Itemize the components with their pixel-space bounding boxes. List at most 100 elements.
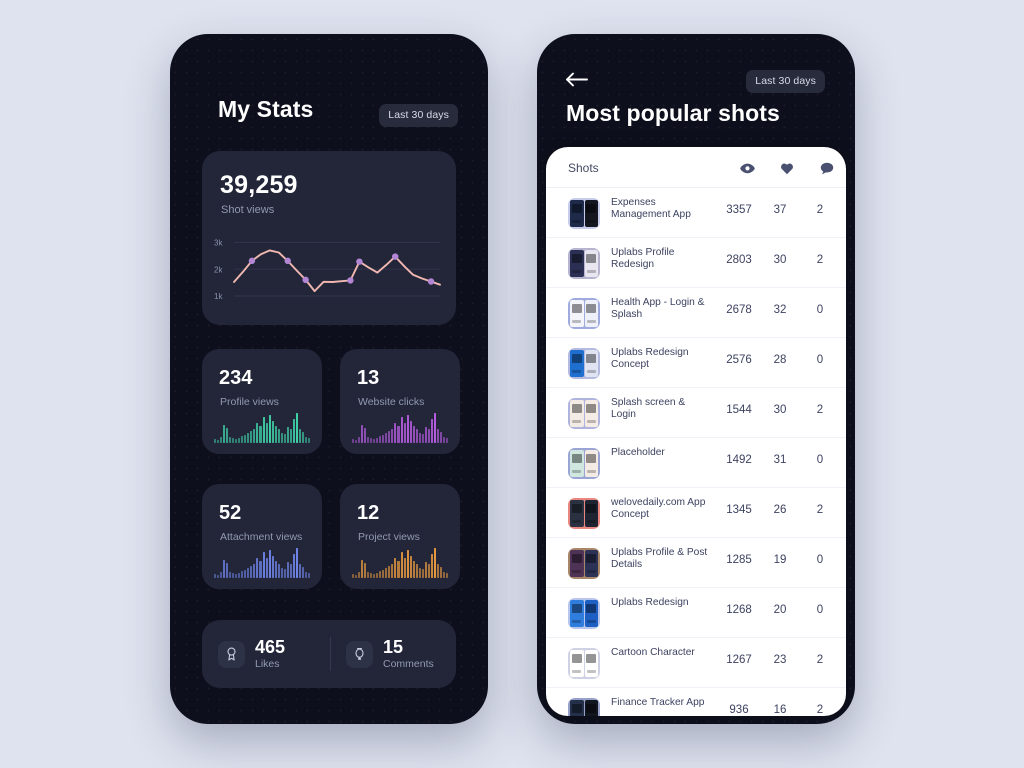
sparkline-bar bbox=[247, 568, 250, 578]
table-row[interactable]: welovedaily.com App Concept 1345 26 2 bbox=[546, 488, 846, 538]
table-row[interactable]: Uplabs Redesign 1268 20 0 bbox=[546, 588, 846, 638]
balloon-icon bbox=[346, 640, 373, 668]
sparkline-website-clicks bbox=[352, 413, 448, 443]
divider bbox=[330, 637, 331, 671]
stat-card-profile-views[interactable]: 234 Profile views bbox=[202, 349, 322, 454]
sparkline-bar bbox=[391, 429, 394, 443]
stat-card-project-views[interactable]: 12 Project views bbox=[340, 484, 460, 589]
sparkline-bar bbox=[403, 423, 406, 443]
table-row[interactable]: Expenses Management App 3357 37 2 bbox=[546, 188, 846, 238]
sparkline-bar bbox=[274, 561, 277, 578]
table-header: Shots bbox=[546, 147, 846, 188]
sparkline-bar bbox=[295, 548, 298, 578]
sparkline-bar bbox=[424, 427, 427, 443]
shot-likes-count: 28 bbox=[773, 354, 787, 366]
shot-thumbnail bbox=[568, 298, 600, 329]
sparkline-bar bbox=[265, 558, 268, 578]
shot-views-count: 936 bbox=[729, 704, 749, 716]
sparkline-bar bbox=[436, 429, 439, 443]
sparkline-bar bbox=[445, 438, 448, 443]
comments-stat[interactable]: 15 Comments bbox=[346, 620, 434, 688]
shot-title: Uplabs Redesign bbox=[611, 597, 689, 608]
stat-label: Website clicks bbox=[358, 396, 425, 408]
shot-views-count: 1544 bbox=[726, 404, 752, 416]
sparkline-bar bbox=[238, 573, 241, 578]
table-row[interactable]: Splash screen & Login 1544 30 2 bbox=[546, 388, 846, 438]
sparkline-bar bbox=[268, 550, 271, 578]
sparkline-bar bbox=[292, 554, 295, 578]
table-row[interactable]: Health App - Login & Splash 2678 32 0 bbox=[546, 288, 846, 338]
shot-thumbnail bbox=[568, 398, 600, 429]
shot-views-count: 3357 bbox=[726, 204, 752, 216]
sparkline-bar bbox=[217, 575, 220, 578]
date-range-chip[interactable]: Last 30 days bbox=[746, 70, 825, 93]
sparkline-bar bbox=[307, 573, 310, 578]
table-row[interactable]: Uplabs Profile Redesign 2803 30 2 bbox=[546, 238, 846, 288]
shot-views-card[interactable]: 39,259 Shot views 1k 2k 3k bbox=[202, 151, 456, 325]
y-tick-label: 2k bbox=[214, 265, 223, 274]
table-row[interactable]: Cartoon Character 1267 23 2 bbox=[546, 638, 846, 688]
sparkline-bar bbox=[232, 438, 235, 443]
sparkline-bar bbox=[418, 433, 421, 443]
sparkline-project-views bbox=[352, 548, 448, 578]
sparkline-bar bbox=[355, 575, 358, 578]
shot-thumbnail bbox=[568, 448, 600, 479]
sparkline-bar bbox=[409, 556, 412, 578]
sparkline-bar bbox=[259, 561, 262, 578]
shot-thumbnail bbox=[568, 698, 600, 716]
shot-thumbnail bbox=[568, 648, 600, 679]
shot-likes-count: 23 bbox=[773, 654, 787, 666]
sparkline-bar bbox=[277, 564, 280, 578]
engagement-card: 465 Likes 15 Comments bbox=[202, 620, 456, 688]
sparkline-bar bbox=[433, 413, 436, 443]
sparkline-bar bbox=[373, 574, 376, 578]
shot-views-count: 1285 bbox=[726, 554, 752, 566]
shot-thumbnail bbox=[568, 598, 600, 629]
sparkline-bar bbox=[418, 568, 421, 578]
y-tick-label: 1k bbox=[214, 292, 223, 301]
sparkline-bar bbox=[238, 438, 241, 443]
arrow-left-icon[interactable] bbox=[565, 68, 593, 90]
sparkline-bar bbox=[439, 567, 442, 578]
shot-comments-count: 2 bbox=[816, 204, 824, 216]
sparkline-bar bbox=[277, 429, 280, 443]
shot-views-label: Shot views bbox=[221, 204, 275, 216]
shot-title: Placeholder bbox=[611, 447, 665, 458]
sparkline-bar bbox=[220, 437, 223, 443]
stat-card-website-clicks[interactable]: 13 Website clicks bbox=[340, 349, 460, 454]
shot-title: Finance Tracker App bbox=[611, 697, 705, 708]
shot-thumbnail bbox=[568, 498, 600, 529]
sparkline-bar bbox=[229, 572, 232, 578]
shot-likes-count: 16 bbox=[773, 704, 787, 716]
table-row[interactable]: Uplabs Profile & Post Details 1285 19 0 bbox=[546, 538, 846, 588]
sparkline-bar bbox=[400, 552, 403, 578]
sparkline-bar bbox=[370, 573, 373, 578]
shot-likes-count: 19 bbox=[773, 554, 787, 566]
sparkline-bar bbox=[421, 569, 424, 578]
date-range-chip[interactable]: Last 30 days bbox=[379, 104, 458, 127]
award-ribbon-icon bbox=[218, 640, 245, 668]
table-row[interactable]: Finance Tracker App 936 16 2 bbox=[546, 688, 846, 716]
sparkline-bar bbox=[358, 437, 361, 443]
sparkline-bar bbox=[430, 554, 433, 578]
sparkline-bar bbox=[271, 556, 274, 578]
shot-likes-count: 37 bbox=[773, 204, 787, 216]
data-point-marker bbox=[302, 276, 309, 284]
sparkline-bar bbox=[397, 426, 400, 443]
sparkline-bar bbox=[424, 562, 427, 578]
table-row[interactable]: Placeholder 1492 31 0 bbox=[546, 438, 846, 488]
sparkline-bar bbox=[403, 558, 406, 578]
likes-stat[interactable]: 465 Likes bbox=[218, 620, 285, 688]
sparkline-bar bbox=[364, 428, 367, 443]
stat-card-attachment-views[interactable]: 52 Attachment views bbox=[202, 484, 322, 589]
shot-likes-count: 30 bbox=[773, 404, 787, 416]
table-row[interactable]: Uplabs Redesign Concept 2576 28 0 bbox=[546, 338, 846, 388]
stat-value: 52 bbox=[219, 502, 242, 524]
sparkline-bar bbox=[268, 415, 271, 443]
shot-title: Uplabs Profile Redesign bbox=[611, 247, 675, 271]
shot-views-count: 1492 bbox=[726, 454, 752, 466]
shot-views-line-chart: 1k 2k 3k bbox=[214, 239, 446, 301]
shot-title: Expenses Management App bbox=[611, 197, 691, 221]
sparkline-bar bbox=[289, 429, 292, 443]
shot-likes-count: 32 bbox=[773, 304, 787, 316]
